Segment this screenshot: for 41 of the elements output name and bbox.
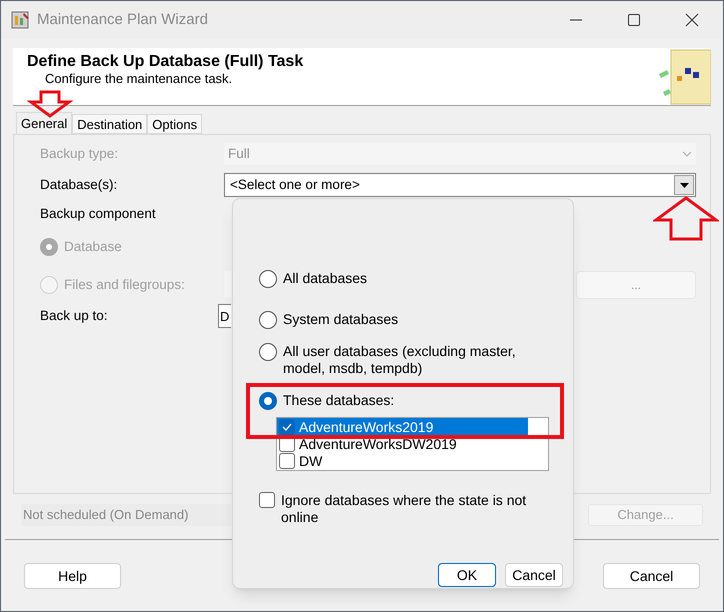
radio-button[interactable]	[259, 270, 277, 288]
radio-option[interactable]: System databases	[259, 311, 398, 329]
tab[interactable]: General	[16, 112, 72, 134]
radio-option[interactable]: All user databases (excluding master, model, msdb, tempdb)	[259, 343, 533, 377]
radio-button[interactable]	[259, 311, 277, 329]
field-label: Database(s):	[40, 176, 118, 194]
page-title: Define Back Up Database (Full) Task	[27, 52, 304, 71]
popup-button[interactable]: OK	[438, 563, 496, 587]
section-label: Backup component	[40, 205, 157, 223]
radio-option[interactable]: These databases:	[259, 392, 394, 410]
field-label: Backup type:	[40, 144, 120, 163]
database-list-item[interactable]: DW	[277, 452, 528, 469]
dropdown-arrow-icon	[680, 182, 688, 188]
popup-button[interactable]: Cancel	[505, 563, 563, 587]
check-icon	[282, 422, 292, 430]
checkbox[interactable]	[259, 492, 275, 508]
database-list-item[interactable]: AdventureWorks2019	[277, 418, 528, 435]
back-up-to-dropdown[interactable]: D	[218, 304, 231, 328]
maximize-icon[interactable]	[627, 13, 641, 27]
wizard-illustration-icon	[657, 48, 711, 106]
dialog-button[interactable]: Help	[24, 563, 121, 589]
databases-dropdown[interactable]: <Select one or more>	[224, 173, 696, 197]
radio-button[interactable]	[259, 343, 277, 361]
checkbox[interactable]	[279, 452, 295, 468]
chevron-icon	[682, 151, 692, 157]
checkbox-option[interactable]: Ignore databases where the state is not online	[259, 492, 549, 526]
schedule-field: Not scheduled (On Demand)	[21, 504, 231, 526]
dialog-button[interactable]: Cancel	[603, 563, 700, 589]
radio-button[interactable]	[259, 392, 277, 410]
checkbox[interactable]	[279, 418, 295, 434]
app-icon	[11, 10, 31, 30]
tab[interactable]: Destination	[72, 114, 148, 134]
dropdown-button[interactable]	[674, 175, 694, 195]
page-subtitle: Configure the maintenance task.	[45, 71, 234, 86]
field-label: Back up to:	[40, 307, 109, 326]
radio-option[interactable]: All databases	[259, 270, 368, 288]
down-arrow-annotation-drawing	[27, 90, 73, 118]
close-icon[interactable]	[685, 13, 699, 27]
tab[interactable]: Options	[147, 114, 202, 134]
up-arrow-annotation-drawing	[653, 196, 719, 242]
window-title: Maintenance Plan Wizard	[37, 10, 208, 30]
